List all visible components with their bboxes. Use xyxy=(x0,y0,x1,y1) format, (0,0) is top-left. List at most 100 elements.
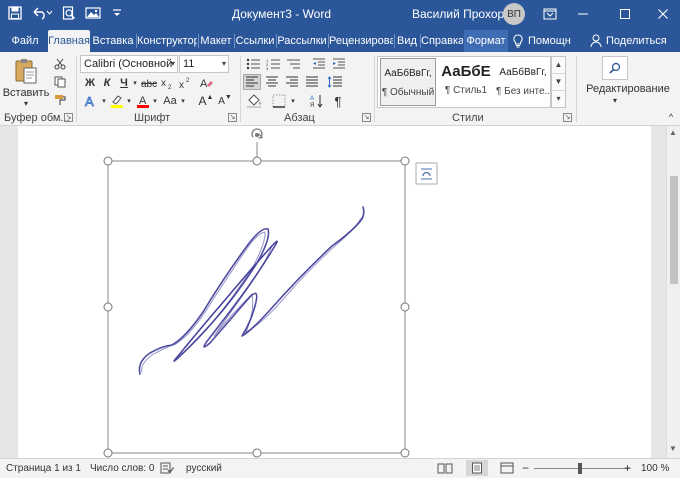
save-button[interactable] xyxy=(6,4,24,22)
underline-dropdown-icon[interactable]: ▾ xyxy=(131,75,139,91)
selected-image[interactable] xyxy=(0,126,666,458)
tab-file[interactable]: Файл xyxy=(4,30,46,52)
resize-handles[interactable] xyxy=(103,156,410,458)
highlight-button[interactable] xyxy=(108,93,126,109)
underline-button[interactable]: Ч xyxy=(116,75,132,91)
font-launcher[interactable]: ↘ xyxy=(228,113,237,122)
print-layout-button[interactable] xyxy=(466,460,488,476)
tell-me-search[interactable]: Помощн xyxy=(512,30,578,52)
tab-references[interactable]: Ссылки xyxy=(235,30,275,52)
tab-mailings[interactable]: Рассылки xyxy=(277,30,327,52)
font-size-combo[interactable]: 11 ▾ xyxy=(179,55,229,73)
text-effects-dropdown-icon[interactable]: ▾ xyxy=(101,93,107,109)
multilevel-list-button[interactable] xyxy=(284,56,304,72)
clipboard-launcher[interactable]: ↘ xyxy=(64,113,73,122)
read-mode-button[interactable] xyxy=(437,462,453,477)
clear-formatting-button[interactable]: A xyxy=(198,75,214,91)
copy-button[interactable] xyxy=(52,74,68,90)
zoom-in-button[interactable]: + xyxy=(624,461,631,475)
highlight-dropdown-icon[interactable]: ▾ xyxy=(126,93,132,109)
bullets-button[interactable] xyxy=(244,56,264,72)
style-no-spacing[interactable]: АаБбВвГг, ¶ Без инте... xyxy=(496,58,550,106)
scroll-up-arrow-icon[interactable]: ▲ xyxy=(669,128,677,137)
scroll-thumb[interactable] xyxy=(670,176,678,284)
tab-home[interactable]: Главная xyxy=(48,30,90,52)
align-left-button[interactable] xyxy=(243,74,261,90)
line-spacing-button[interactable] xyxy=(325,74,345,90)
gallery-down-button[interactable]: ▼ xyxy=(552,74,565,91)
gallery-up-button[interactable]: ▲ xyxy=(552,57,565,74)
align-right-button[interactable] xyxy=(283,74,301,90)
web-layout-button[interactable] xyxy=(500,462,514,477)
tab-review[interactable]: Рецензирование xyxy=(329,30,393,52)
font-color-dropdown-icon[interactable]: ▾ xyxy=(152,93,158,109)
cut-button[interactable] xyxy=(52,56,68,72)
zoom-slider[interactable] xyxy=(534,468,630,469)
vertical-scrollbar[interactable]: ▲ ▼ xyxy=(666,126,680,458)
increase-indent-button[interactable] xyxy=(330,56,348,72)
show-formatting-marks-button[interactable]: ¶ xyxy=(330,93,346,109)
resize-handle-left[interactable] xyxy=(103,302,113,312)
zoom-level[interactable]: 100 % xyxy=(641,463,669,474)
page-count[interactable]: Страница 1 из 1 xyxy=(6,463,81,474)
tab-format[interactable]: Формат xyxy=(464,30,508,52)
word-count[interactable]: Число слов: 0 xyxy=(90,463,154,474)
resize-handle-bottom[interactable] xyxy=(252,448,262,458)
customize-qat-button[interactable] xyxy=(108,4,126,22)
layout-options-button[interactable] xyxy=(415,162,438,185)
resize-handle-bottom-right[interactable] xyxy=(400,448,410,458)
sort-button[interactable]: A Я xyxy=(308,93,326,109)
close-button[interactable] xyxy=(646,0,680,28)
align-center-button[interactable] xyxy=(263,74,281,90)
language[interactable]: русский xyxy=(186,463,222,474)
styles-launcher[interactable]: ↘ xyxy=(563,113,572,122)
gallery-more-button[interactable]: ▾ xyxy=(552,91,565,108)
style-normal[interactable]: АаБбВвГг, ¶ Обычный xyxy=(380,58,436,106)
grow-font-button[interactable]: A ▲ xyxy=(198,93,214,109)
proofing-button[interactable] xyxy=(160,462,174,477)
editing-label[interactable]: Редактирование xyxy=(580,82,676,96)
tab-help[interactable]: Справка xyxy=(421,30,463,52)
rotate-handle[interactable] xyxy=(251,128,264,161)
zoom-slider-thumb[interactable] xyxy=(578,463,582,474)
numbering-button[interactable]: 1 2 3 xyxy=(264,56,284,72)
strikethrough-button[interactable]: abc xyxy=(140,75,158,91)
collapse-ribbon-button[interactable]: ^ xyxy=(666,112,676,122)
bold-button[interactable]: Ж xyxy=(82,75,98,91)
resize-handle-top-left[interactable] xyxy=(103,156,113,166)
paste-button[interactable]: Вставить ▾ xyxy=(3,54,49,110)
shrink-font-button[interactable]: A ▼ xyxy=(217,93,233,109)
editing-button[interactable] xyxy=(602,56,628,80)
text-effects-button[interactable]: A xyxy=(82,93,100,109)
style-style1[interactable]: АаБбЕ ¶ Стиль1 xyxy=(438,58,494,106)
editing-dropdown-icon[interactable]: ▾ xyxy=(610,95,620,105)
superscript-button[interactable]: x 2 xyxy=(178,75,194,91)
user-avatar[interactable]: ВП xyxy=(503,3,525,25)
undo-button[interactable] xyxy=(30,4,54,22)
resize-handle-right[interactable] xyxy=(400,302,410,312)
tab-view[interactable]: Вид xyxy=(395,30,419,52)
paragraph-launcher[interactable]: ↘ xyxy=(362,113,371,122)
tab-insert[interactable]: Вставка xyxy=(92,30,134,52)
maximize-button[interactable] xyxy=(608,0,642,28)
italic-button[interactable]: К xyxy=(99,75,115,91)
resize-handle-top-right[interactable] xyxy=(400,156,410,166)
font-color-button[interactable]: A xyxy=(134,93,152,109)
tab-layout[interactable]: Макет xyxy=(199,30,233,52)
change-case-button[interactable]: Aa xyxy=(160,93,180,109)
resize-handle-bottom-left[interactable] xyxy=(103,448,113,458)
tab-design[interactable]: Конструктор xyxy=(137,30,197,52)
share-button[interactable]: Поделиться xyxy=(590,30,680,52)
font-name-combo[interactable]: Calibri (Основной ▾ xyxy=(80,55,178,73)
shading-button[interactable] xyxy=(244,93,266,109)
change-case-dropdown-icon[interactable]: ▾ xyxy=(180,93,186,109)
borders-dropdown-icon[interactable]: ▾ xyxy=(290,93,296,109)
borders-button[interactable] xyxy=(268,93,290,109)
insert-picture-button[interactable] xyxy=(84,4,102,22)
zoom-out-button[interactable]: − xyxy=(522,461,529,475)
format-painter-button[interactable] xyxy=(52,92,68,108)
ribbon-display-options-button[interactable] xyxy=(533,0,567,28)
subscript-button[interactable]: x 2 xyxy=(160,75,176,91)
justify-button[interactable] xyxy=(303,74,321,90)
minimize-button[interactable] xyxy=(566,0,600,28)
